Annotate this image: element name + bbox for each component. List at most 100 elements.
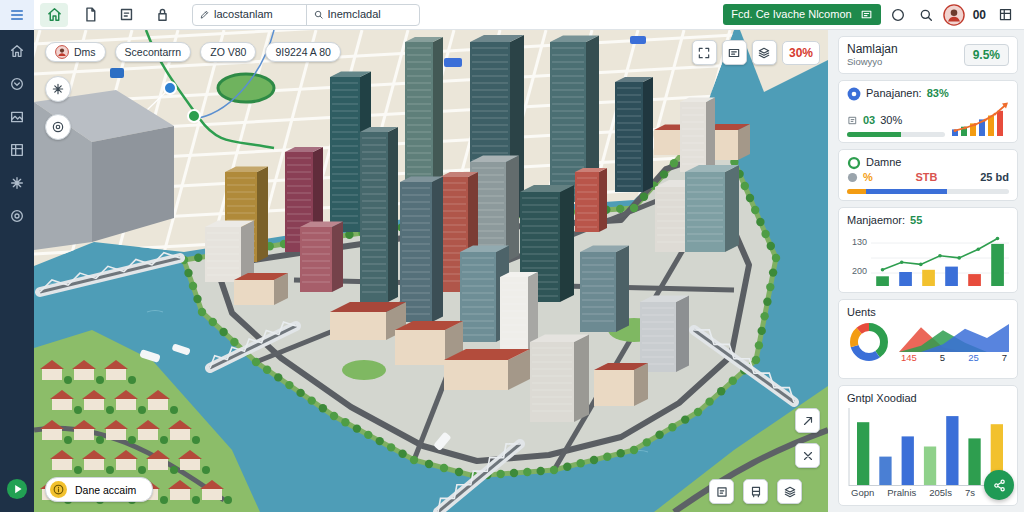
axis-tick: 200 [847, 266, 867, 277]
search-field[interactable] [214, 6, 299, 23]
zoom-level[interactable]: 30% [782, 41, 820, 65]
card-title: Manjaemor: [847, 213, 905, 228]
layers-icon [757, 46, 771, 60]
map-filter-chip[interactable]: Dms [45, 42, 106, 62]
sidebar-item[interactable] [0, 166, 34, 199]
sidebar-item[interactable] [0, 100, 34, 133]
building [330, 302, 406, 340]
apps-button[interactable] [994, 4, 1016, 26]
stats-panel: NamlajanSiowyyo9.5%Panajanen:83%0330%Dam… [828, 30, 1024, 512]
search-group [192, 4, 420, 26]
map-tool-button[interactable] [795, 408, 820, 433]
chart-bar [857, 422, 869, 485]
share-button[interactable] [984, 470, 1014, 500]
bar-fill [902, 436, 914, 485]
chart-bar [924, 447, 936, 486]
map-tool-button[interactable] [709, 479, 734, 504]
chip-label: 9I9224 A 80 [275, 45, 330, 59]
map-tool-button[interactable] [45, 76, 71, 102]
map-tool-button[interactable] [795, 443, 820, 468]
tree [194, 254, 202, 262]
map-tool-button[interactable] [752, 40, 777, 65]
action-button[interactable]: Fcd. Ce Ivache Nlcomon [723, 4, 880, 25]
tree [193, 295, 201, 303]
tree [660, 170, 668, 178]
map-tool-button[interactable] [722, 40, 747, 65]
chart-point [996, 237, 1000, 241]
target-icon [51, 120, 65, 134]
bar-fill [997, 111, 1003, 136]
toolbar-tab[interactable] [148, 3, 176, 27]
bar-fill [876, 276, 889, 286]
target-icon [9, 208, 25, 224]
user-count: 00 [971, 6, 988, 24]
city-render [34, 30, 828, 512]
map-tool-button[interactable] [45, 114, 71, 140]
chart-point [954, 129, 957, 132]
donut-segment [854, 327, 884, 357]
area-chart [899, 320, 1009, 352]
vehicle [630, 36, 646, 44]
axis-label: 205ls [929, 486, 952, 499]
donut-chart [847, 320, 891, 364]
house [114, 390, 146, 414]
chart-bar [902, 436, 914, 485]
search-button[interactable] [915, 4, 937, 26]
tree [751, 206, 759, 214]
house [146, 390, 178, 414]
toolbar-tab[interactable] [76, 3, 104, 27]
share-icon [992, 478, 1007, 493]
tree [717, 387, 725, 395]
chart-bar [879, 457, 891, 485]
chart-bar [997, 111, 1003, 136]
sidebar-item[interactable] [0, 34, 34, 67]
house [72, 360, 104, 384]
city-map[interactable]: Dms Scecontarrn ZO V80 9I9224 A 80 30% Dane a… [34, 30, 828, 512]
sidebar-item[interactable] [0, 133, 34, 166]
house [40, 420, 72, 444]
chart-point [938, 254, 942, 258]
road [674, 430, 828, 512]
tree [741, 182, 749, 190]
sidebar-item[interactable] [0, 0, 34, 30]
users-card: Uents1455257 [838, 299, 1018, 379]
user-avatar[interactable] [943, 4, 965, 26]
chart-point [919, 263, 923, 267]
map-tool-button[interactable] [777, 479, 802, 504]
tree [209, 318, 217, 326]
metric-value: 83% [927, 86, 949, 101]
tree [353, 424, 361, 432]
map-tool-button[interactable] [743, 479, 768, 504]
tree [263, 366, 271, 374]
chart-bar [946, 416, 958, 485]
sidebar-item[interactable] [0, 199, 34, 232]
axis-label: Gopn [851, 486, 874, 499]
map-filter-chip[interactable]: ZO V80 [200, 42, 256, 62]
toolbar-tab[interactable] [112, 3, 140, 27]
x-icon [801, 449, 815, 463]
bar-fill [991, 244, 1004, 286]
tree [285, 381, 293, 389]
search-field[interactable] [328, 6, 413, 23]
hall-wall [34, 102, 92, 250]
play-button[interactable] [4, 476, 30, 502]
search-icon [313, 8, 324, 21]
chart-label: 5 [940, 352, 945, 364]
location-chip[interactable]: Dane accaim [45, 477, 153, 502]
bus-icon [749, 485, 763, 499]
sidebar-item[interactable] [0, 67, 34, 100]
map-filter-chip[interactable]: Scecontarrn [115, 42, 192, 62]
square-icon [715, 485, 729, 499]
tree [681, 415, 689, 423]
chip-label: Dms [74, 45, 96, 59]
sidebar [0, 0, 34, 512]
toolbar-tab[interactable] [40, 3, 68, 27]
segment-arc [854, 327, 884, 357]
map-filter-chip[interactable]: 9I9224 A 80 [265, 42, 340, 62]
map-tool-button[interactable] [692, 40, 717, 65]
status-button[interactable] [887, 4, 909, 26]
avatar-icon [943, 4, 965, 26]
segment-arc [854, 327, 884, 357]
bar-line-chart [871, 228, 1009, 286]
layers-icon [783, 485, 797, 499]
